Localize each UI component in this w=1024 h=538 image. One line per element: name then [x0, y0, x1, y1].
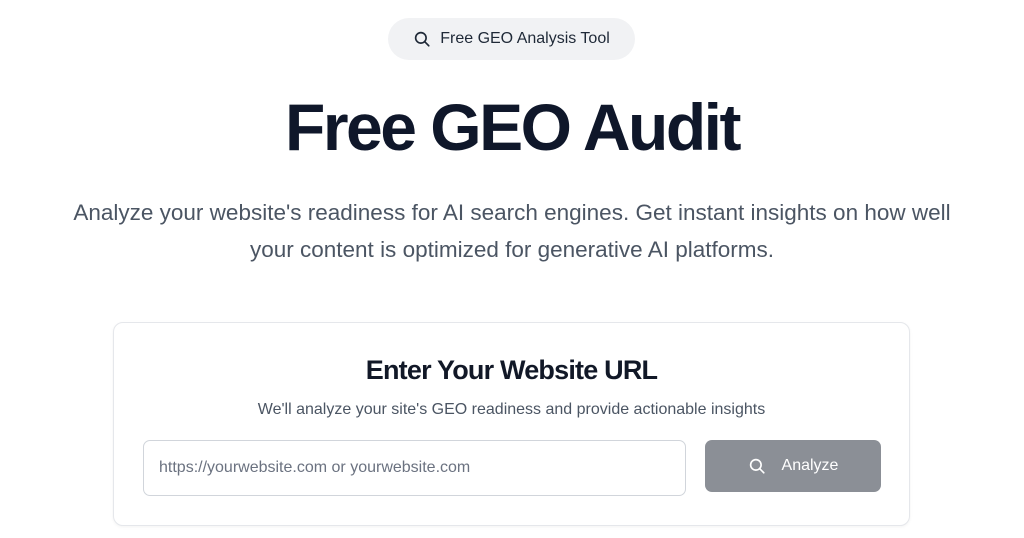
page-description: Analyze your website's readiness for AI … — [73, 200, 951, 262]
card-title: Enter Your Website URL — [365, 355, 658, 385]
page: Free GEO Analysis Tool Free GEO Audit An… — [0, 0, 1024, 538]
url-input[interactable] — [143, 440, 686, 496]
analyze-button-label: Analyze — [781, 457, 839, 474]
tool-badge: Free GEO Analysis Tool — [388, 18, 635, 60]
url-form-card: Enter Your Website URL We'll analyze you… — [113, 322, 910, 526]
search-icon — [748, 457, 766, 475]
card-subtitle: We'll analyze your site's GEO readiness … — [257, 401, 766, 418]
search-icon — [413, 30, 431, 48]
tool-badge-label: Free GEO Analysis Tool — [440, 30, 610, 47]
page-title: Free GEO Audit — [285, 90, 741, 164]
analyze-button[interactable]: Analyze — [705, 440, 881, 492]
